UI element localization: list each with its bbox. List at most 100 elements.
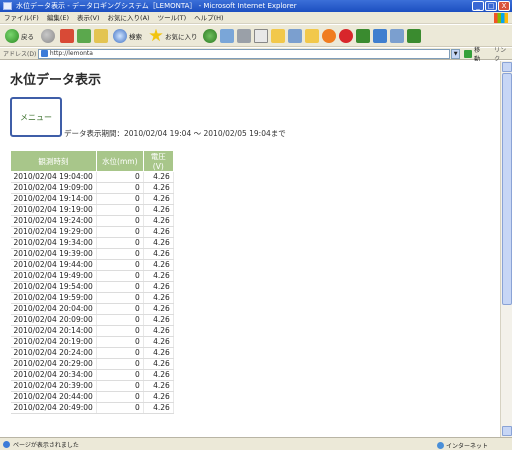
- messenger-icon[interactable]: [321, 28, 336, 43]
- table-header-row: 観測時刻 水位(mm) 電圧(V): [10, 150, 174, 172]
- table-row: 2010/02/04 20:09:00 0 4.26: [10, 314, 174, 326]
- cell-level: 0: [96, 182, 144, 194]
- cell-voltage: 4.26: [143, 336, 174, 348]
- discuss-icon[interactable]: [287, 28, 302, 43]
- go-button[interactable]: 移動: [464, 45, 486, 63]
- cell-voltage: 4.26: [143, 215, 174, 227]
- cell-time: 2010/02/04 19:34:00: [10, 237, 97, 249]
- table-row: 2010/02/04 20:34:00 0 4.26: [10, 369, 174, 381]
- cell-level: 0: [96, 193, 144, 205]
- back-button[interactable]: 戻る: [3, 27, 36, 45]
- table-row: 2010/02/04 19:24:00 0 4.26: [10, 215, 174, 227]
- cell-voltage: 4.26: [143, 325, 174, 337]
- scroll-up-button[interactable]: [502, 62, 512, 72]
- address-label: アドレス(D): [3, 51, 37, 58]
- cell-voltage: 4.26: [143, 380, 174, 392]
- favorites-label: お気に入り: [165, 32, 198, 41]
- cell-voltage: 4.26: [143, 193, 174, 205]
- cell-level: 0: [96, 270, 144, 282]
- cell-time: 2010/02/04 19:39:00: [10, 248, 97, 260]
- edit-icon[interactable]: [253, 28, 268, 43]
- menu-view[interactable]: 表示(V): [77, 12, 100, 23]
- pen-icon[interactable]: [355, 28, 370, 43]
- home-icon[interactable]: [94, 28, 108, 43]
- favorites-button[interactable]: お気に入り: [147, 27, 200, 45]
- address-dropdown-button[interactable]: ▼: [451, 48, 461, 59]
- mail-icon[interactable]: [219, 28, 234, 43]
- research-icon[interactable]: [304, 28, 319, 43]
- grid-icon[interactable]: [372, 28, 387, 43]
- cell-voltage: 4.26: [143, 182, 174, 194]
- cell-time: 2010/02/04 19:29:00: [10, 226, 97, 238]
- folder-icon[interactable]: [270, 28, 285, 43]
- cell-level: 0: [96, 292, 144, 304]
- header-level: 水位(mm): [95, 150, 144, 172]
- table-row: 2010/02/04 20:49:00 0 4.26: [10, 402, 174, 414]
- cell-time: 2010/02/04 19:44:00: [10, 259, 97, 271]
- page-title: 水位データ表示: [10, 73, 102, 88]
- period-separator: ～: [193, 129, 202, 138]
- stop-icon[interactable]: [60, 28, 74, 43]
- cell-level: 0: [96, 314, 144, 326]
- menu-edit[interactable]: 編集(E): [47, 12, 69, 23]
- page-content: 水位データ表示 メニュー データ表示期間：2010/02/04 19:04 ～ …: [0, 61, 512, 437]
- vertical-scrollbar[interactable]: [500, 61, 512, 437]
- cell-time: 2010/02/04 20:39:00: [10, 380, 97, 392]
- refresh-icon[interactable]: [77, 28, 91, 43]
- media-icon[interactable]: [202, 28, 217, 43]
- cell-time: 2010/02/04 19:59:00: [10, 292, 97, 304]
- address-input[interactable]: http://lemonta: [37, 48, 451, 59]
- cell-voltage: 4.26: [143, 204, 174, 216]
- cell-voltage: 4.26: [143, 347, 174, 359]
- chart-icon[interactable]: [389, 28, 404, 43]
- close-button[interactable]: X: [498, 1, 510, 11]
- status-text: ページが表示されました: [13, 441, 79, 449]
- tool-icon[interactable]: [406, 28, 421, 43]
- scroll-thumb[interactable]: [502, 73, 512, 305]
- cell-time: 2010/02/04 20:49:00: [10, 402, 97, 414]
- cell-level: 0: [96, 358, 144, 370]
- table-row: 2010/02/04 20:14:00 0 4.26: [10, 325, 174, 337]
- period-start: 2010/02/04 19:04: [124, 129, 192, 138]
- table-row: 2010/02/04 19:34:00 0 4.26: [10, 237, 174, 249]
- print-icon[interactable]: [236, 28, 251, 43]
- cell-time: 2010/02/04 20:09:00: [10, 314, 97, 326]
- links-button[interactable]: リンク: [494, 45, 512, 63]
- cell-time: 2010/02/04 19:24:00: [10, 215, 97, 227]
- cell-level: 0: [96, 248, 144, 260]
- stop-sign-icon[interactable]: [338, 28, 353, 43]
- table-row: 2010/02/04 19:54:00 0 4.26: [10, 281, 174, 293]
- cell-level: 0: [96, 171, 144, 183]
- cell-time: 2010/02/04 20:24:00: [10, 347, 97, 359]
- forward-arrow-icon: [41, 28, 55, 43]
- address-url: http://lemonta: [49, 50, 93, 57]
- maximize-button[interactable]: □: [485, 1, 497, 11]
- window-titlebar: 水位データ表示 - データロギングシステム［LEMONTA］ - Microso…: [0, 0, 512, 12]
- window-title: 水位データ表示 - データロギングシステム［LEMONTA］ - Microso…: [16, 2, 297, 10]
- minimize-button[interactable]: _: [472, 1, 484, 11]
- go-arrow-icon: [464, 49, 473, 58]
- cell-voltage: 4.26: [143, 369, 174, 381]
- forward-button[interactable]: [39, 27, 57, 45]
- table-row: 2010/02/04 20:39:00 0 4.26: [10, 380, 174, 392]
- menu-file[interactable]: ファイル(F): [4, 12, 39, 23]
- menu-favorites[interactable]: お気に入り(A): [108, 12, 150, 23]
- menu-help[interactable]: ヘルプ(H): [194, 12, 223, 23]
- cell-voltage: 4.26: [143, 237, 174, 249]
- cell-level: 0: [96, 204, 144, 216]
- table-row: 2010/02/04 19:49:00 0 4.26: [10, 270, 174, 282]
- menu-button[interactable]: メニュー: [10, 97, 62, 137]
- scroll-down-button[interactable]: [502, 426, 512, 436]
- cell-level: 0: [96, 259, 144, 271]
- zone-label: インターネット: [445, 443, 488, 450]
- cell-voltage: 4.26: [143, 314, 174, 326]
- search-label: 検索: [129, 32, 142, 41]
- cell-level: 0: [96, 336, 144, 348]
- search-icon: [113, 28, 127, 43]
- toolbar: 戻る 検索 お気に入り: [0, 25, 512, 47]
- table-row: 2010/02/04 19:19:00 0 4.26: [10, 204, 174, 216]
- table-body: 2010/02/04 19:04:00 0 4.26 2010/02/04 19:09…: [10, 171, 174, 414]
- cell-voltage: 4.26: [143, 292, 174, 304]
- menu-tools[interactable]: ツール(T): [158, 12, 187, 23]
- search-button[interactable]: 検索: [111, 27, 144, 45]
